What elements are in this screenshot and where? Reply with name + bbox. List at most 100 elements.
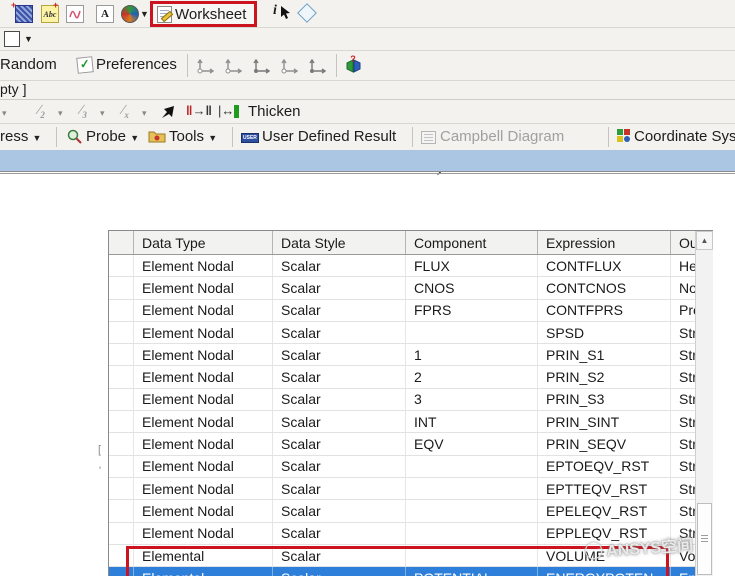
- row-selector-cell[interactable]: [109, 344, 134, 365]
- cell-expression[interactable]: PRIN_SEQV: [538, 433, 671, 454]
- row-selector-cell[interactable]: [109, 389, 134, 410]
- cell-output[interactable]: Volu: [671, 545, 696, 566]
- cell-component[interactable]: [406, 456, 538, 477]
- cell-output[interactable]: Stra: [671, 456, 696, 477]
- chevron-down-icon[interactable]: ▾: [58, 108, 63, 119]
- cell-component[interactable]: 2: [406, 366, 538, 387]
- cell-expression[interactable]: PRIN_S1: [538, 344, 671, 365]
- row-selector-cell[interactable]: [109, 456, 134, 477]
- table-row[interactable]: Element Nodal Scalar 2 PRIN_S2 Stre: [109, 366, 696, 388]
- cell-expression[interactable]: CONTFPRS: [538, 300, 671, 321]
- cell-data-type[interactable]: Element Nodal: [134, 523, 273, 544]
- info-cursor-icon[interactable]: i: [273, 3, 277, 19]
- cell-data-style[interactable]: Scalar: [273, 344, 406, 365]
- row-selector-cell[interactable]: [109, 277, 134, 298]
- row-selector-cell[interactable]: [109, 567, 134, 576]
- cell-data-style[interactable]: Scalar: [273, 366, 406, 387]
- cell-output[interactable]: Stre: [671, 433, 696, 454]
- table-row[interactable]: Elemental Scalar POTENTIAL ENERGYPOTEN .…: [109, 567, 696, 576]
- table-row[interactable]: Element Nodal Scalar FPRS CONTFPRS Pres: [109, 300, 696, 322]
- cell-data-type[interactable]: Element Nodal: [134, 277, 273, 298]
- cell-component[interactable]: INT: [406, 411, 538, 432]
- cell-data-style[interactable]: Scalar: [273, 433, 406, 454]
- cell-component[interactable]: [406, 478, 538, 499]
- cell-data-style[interactable]: Scalar: [273, 389, 406, 410]
- cell-data-style[interactable]: Scalar: [273, 500, 406, 521]
- cell-data-type[interactable]: Element Nodal: [134, 366, 273, 387]
- chevron-down-icon[interactable]: ▼: [140, 9, 149, 19]
- table-row[interactable]: Element Nodal Scalar CNOS CONTCNOS No: [109, 277, 696, 299]
- axis-transform-icon-1[interactable]: [196, 57, 216, 74]
- cell-expression[interactable]: VOLUME: [538, 545, 671, 566]
- header-selector[interactable]: [109, 231, 134, 254]
- cell-component[interactable]: 1: [406, 344, 538, 365]
- axis-transform-icon-4[interactable]: [280, 57, 300, 74]
- row-selector-cell[interactable]: [109, 300, 134, 321]
- cell-data-type[interactable]: Element Nodal: [134, 322, 273, 343]
- cell-output[interactable]: No: [671, 277, 696, 298]
- cell-data-type[interactable]: Element Nodal: [134, 500, 273, 521]
- table-row[interactable]: Element Nodal Scalar EQV PRIN_SEQV Stre: [109, 433, 696, 455]
- cell-data-style[interactable]: Scalar: [273, 523, 406, 544]
- result-display-icon[interactable]: [121, 5, 139, 23]
- cell-component[interactable]: [406, 545, 538, 566]
- tools-menu-button[interactable]: Tools ▼: [169, 128, 217, 145]
- probe-menu-button[interactable]: Probe ▼: [86, 128, 139, 145]
- chevron-down-icon[interactable]: ▼: [24, 34, 33, 44]
- text-label-icon[interactable]: A: [96, 5, 114, 23]
- pushpin-icon[interactable]: [160, 104, 176, 120]
- row-selector-cell[interactable]: [109, 411, 134, 432]
- pen-2-icon[interactable]: ∕2: [38, 103, 45, 120]
- cell-expression[interactable]: PRIN_S3: [538, 389, 671, 410]
- cell-component[interactable]: [406, 322, 538, 343]
- axis-transform-icon-2[interactable]: [224, 57, 244, 74]
- row-selector-cell[interactable]: [109, 523, 134, 544]
- random-button[interactable]: Random: [0, 56, 57, 73]
- chevron-down-icon[interactable]: ▾: [100, 108, 105, 119]
- table-row[interactable]: Element Nodal Scalar EPTTEQV_RST Stra: [109, 478, 696, 500]
- cell-data-style[interactable]: Scalar: [273, 411, 406, 432]
- cell-data-style[interactable]: Scalar: [273, 567, 406, 576]
- cell-component[interactable]: [406, 500, 538, 521]
- header-expression[interactable]: Expression: [538, 231, 671, 254]
- chevron-down-icon[interactable]: ▾: [142, 108, 147, 119]
- cell-component[interactable]: POTENTIAL: [406, 567, 538, 576]
- cell-output[interactable]: Stra: [671, 478, 696, 499]
- scroll-up-button[interactable]: ▲: [696, 231, 713, 250]
- cell-data-type[interactable]: Elemental: [134, 545, 273, 566]
- cell-expression[interactable]: CONTCNOS: [538, 277, 671, 298]
- cell-output[interactable]: Hea: [671, 255, 696, 276]
- row-selector-cell[interactable]: [109, 255, 134, 276]
- preferences-button[interactable]: Preferences: [96, 56, 177, 73]
- header-data-type[interactable]: Data Type: [134, 231, 273, 254]
- table-row[interactable]: Element Nodal Scalar FLUX CONTFLUX Hea: [109, 255, 696, 277]
- thicken-icon[interactable]: |↔: [218, 103, 239, 118]
- cell-output[interactable]: Stre: [671, 411, 696, 432]
- worksheet-button[interactable]: Worksheet: [150, 1, 257, 27]
- cell-output[interactable]: Stre: [671, 322, 696, 343]
- row-selector-cell[interactable]: [109, 433, 134, 454]
- chevron-down-icon[interactable]: ▾: [2, 108, 7, 119]
- cell-expression[interactable]: EPELEQV_RST: [538, 500, 671, 521]
- cell-expression[interactable]: CONTFLUX: [538, 255, 671, 276]
- cell-data-type[interactable]: Elemental: [134, 567, 273, 576]
- table-row[interactable]: Element Nodal Scalar INT PRIN_SINT Stre: [109, 411, 696, 433]
- table-row[interactable]: Element Nodal Scalar EPELEQV_RST Stra: [109, 500, 696, 522]
- cell-data-type[interactable]: Element Nodal: [134, 478, 273, 499]
- contact-gap-icon[interactable]: ‖→‖: [186, 103, 212, 118]
- help-book-icon[interactable]: ?: [344, 55, 364, 75]
- row-selector-cell[interactable]: [109, 366, 134, 387]
- cell-data-style[interactable]: Scalar: [273, 456, 406, 477]
- row-selector-cell[interactable]: [109, 478, 134, 499]
- stress-menu-button[interactable]: ress ▼: [0, 128, 41, 145]
- cell-data-style[interactable]: Scalar: [273, 545, 406, 566]
- axis-transform-icon-5[interactable]: [308, 57, 328, 74]
- tag-icon[interactable]: [297, 3, 317, 23]
- cell-data-type[interactable]: Element Nodal: [134, 433, 273, 454]
- cell-expression[interactable]: EPTOEQV_RST: [538, 456, 671, 477]
- cell-output[interactable]: Pres: [671, 300, 696, 321]
- vertical-scrollbar[interactable]: ▲: [695, 231, 713, 576]
- cell-output[interactable]: Stre: [671, 389, 696, 410]
- cell-expression[interactable]: SPSD: [538, 322, 671, 343]
- pen-3-icon[interactable]: ∕3: [80, 103, 87, 120]
